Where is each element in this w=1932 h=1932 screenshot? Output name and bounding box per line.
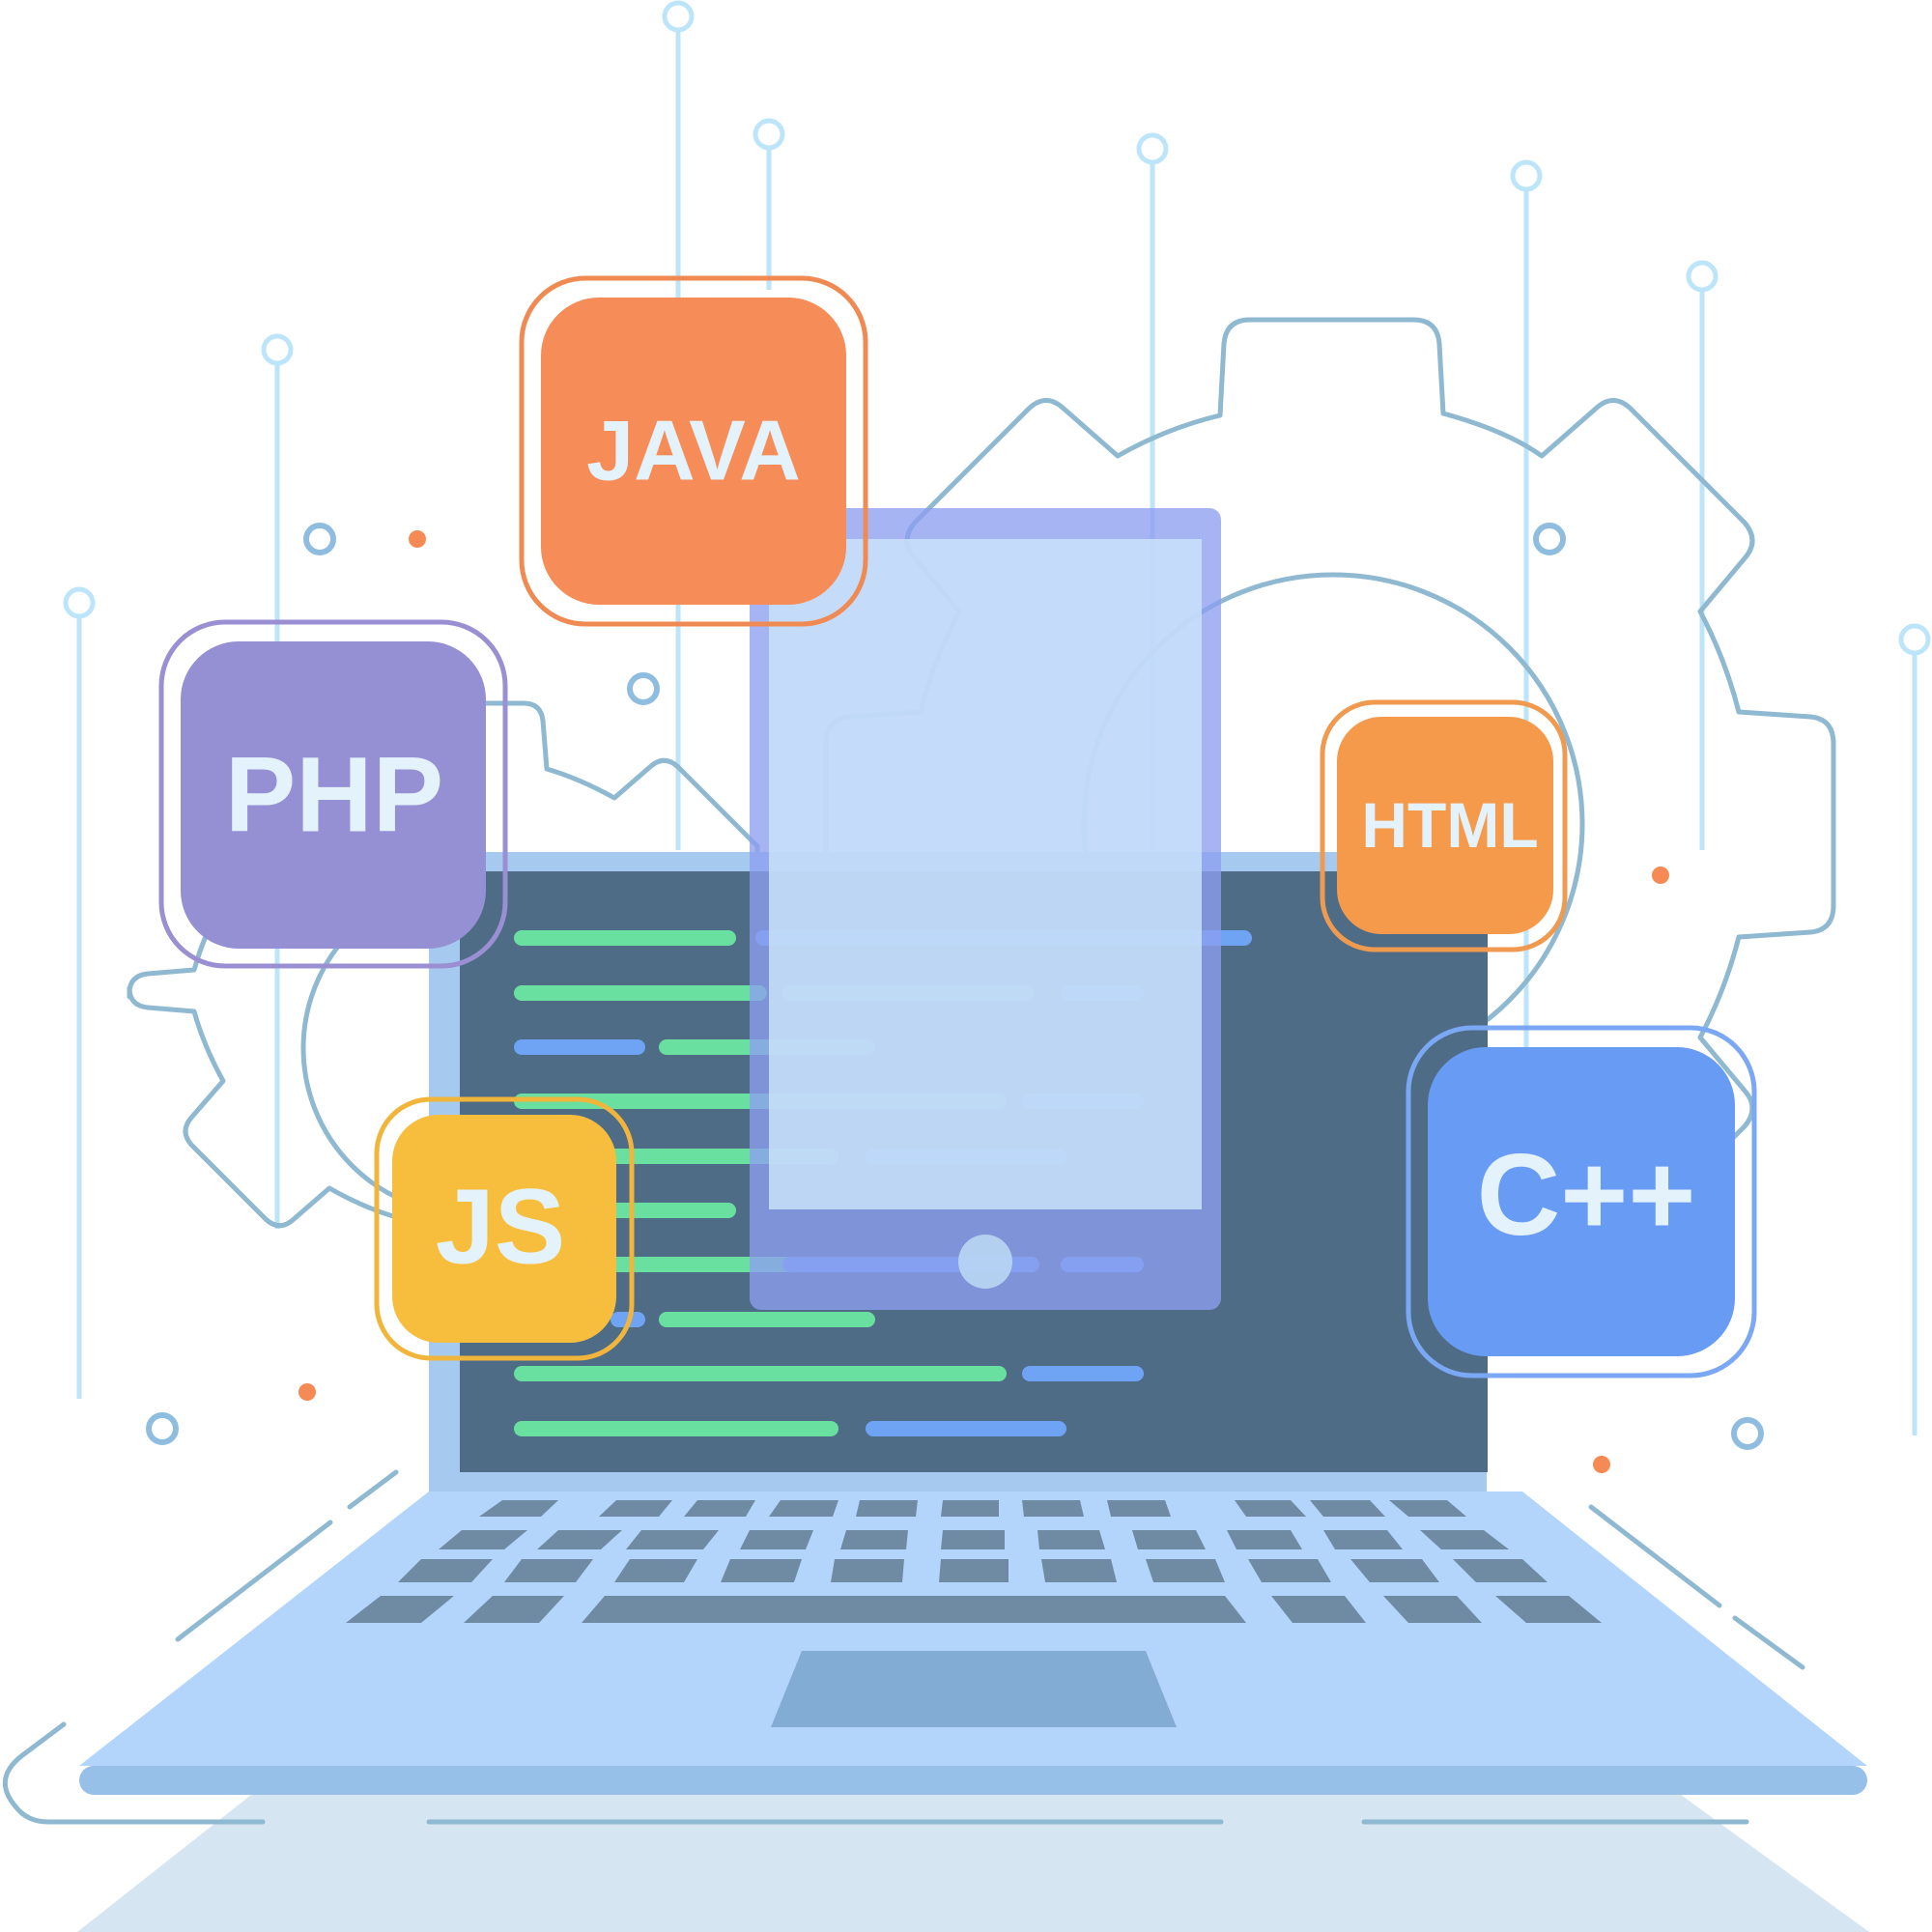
badge-java-label: JAVA [586, 403, 801, 498]
badge-js: JS [374, 1096, 635, 1361]
badge-html-label: HTML [1361, 789, 1538, 861]
badge-java: JAVA [519, 275, 868, 627]
floor-shadow [77, 1795, 1869, 1932]
badge-js-label: JS [436, 1168, 566, 1287]
illustration: JAVA PHP HTML JS C++ [2, 0, 1931, 1932]
badge-php: PHP [158, 619, 508, 969]
badge-html: HTML [1320, 699, 1568, 952]
badge-php-label: PHP [225, 736, 443, 855]
badge-cpp-label: C++ [1477, 1130, 1696, 1260]
badge-cpp: C++ [1406, 1025, 1757, 1378]
laptop-base-edge [79, 1766, 1867, 1795]
smartphone [750, 508, 1221, 1310]
trackpad [771, 1651, 1177, 1727]
home-button [958, 1235, 1012, 1289]
